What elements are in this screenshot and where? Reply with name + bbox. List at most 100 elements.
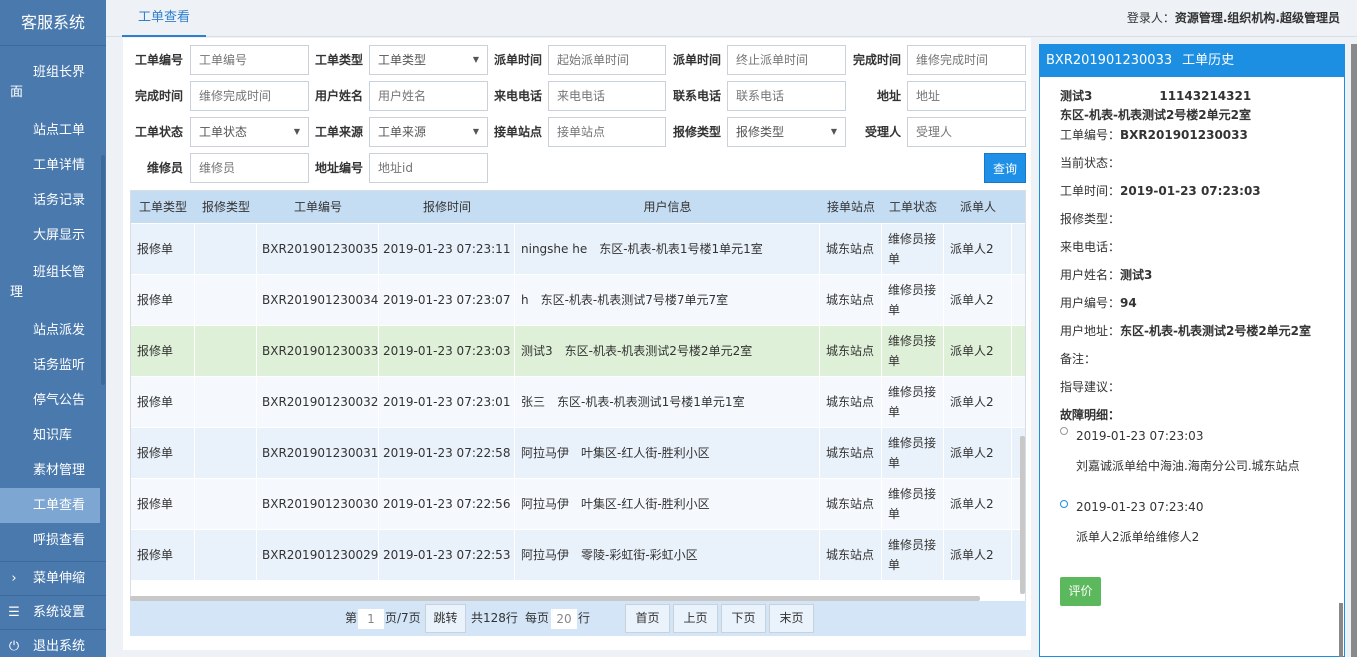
cell-order-no: BXR201901230033 — [257, 326, 379, 377]
cell-dispatcher: 派单人2 — [944, 326, 1012, 377]
sidebar-item-call-monitor[interactable]: 话务监听 — [0, 348, 100, 383]
address-input[interactable] — [907, 81, 1026, 111]
top-bar: 工单查看 登录人：资源管理.组织机构.超级管理员 — [106, 0, 1357, 37]
cell-repair-type — [195, 377, 257, 428]
sidebar-item-station-dispatch[interactable]: 站点派发 — [0, 313, 100, 348]
col-station[interactable]: 接单站点 — [820, 191, 882, 223]
cell-repair-time: 2019-01-23 07:22:53 — [379, 530, 515, 581]
col-order-no[interactable]: 工单编号 — [257, 191, 379, 223]
jump-button[interactable]: 跳转 — [425, 604, 466, 633]
order-status-select[interactable]: 工单状态 ▼ — [190, 117, 309, 147]
last-page-button[interactable]: 末页 — [769, 604, 814, 633]
table-row[interactable]: 报修单 BXR201901230031 2019-01-23 07:22:58 阿拉马… — [131, 427, 1025, 479]
first-page-button[interactable]: 首页 — [625, 604, 670, 633]
menu-toggle-button[interactable]: › 菜单伸缩 — [0, 561, 106, 595]
sidebar-item-order-details[interactable]: 工单详情 — [0, 148, 100, 183]
order-no-input[interactable] — [190, 45, 309, 75]
main-panel: 工单编号 工单类型 工单类型▼ 派单时间 派单时间 完成时间 完成时间 用户姓名… — [123, 38, 1031, 650]
sidebar-scrollbar[interactable] — [101, 155, 105, 385]
dispatch-end-label: 派单时间 — [672, 53, 721, 67]
order-status-label: 工单状态 — [134, 125, 183, 139]
order-source-select[interactable]: 工单来源 ▼ — [369, 117, 488, 147]
finish-time-input-2[interactable] — [190, 81, 309, 111]
table-vertical-scrollbar[interactable] — [1020, 436, 1025, 594]
timeline-event-time: 2019-01-23 07:23:40 — [1076, 500, 1204, 514]
sidebar-item-team-leader-view[interactable]: 班组长界面 — [0, 53, 100, 113]
incoming-phone-input[interactable] — [548, 81, 666, 111]
finish-time-input-1[interactable] — [907, 45, 1026, 75]
cell-order-type: 报修单 — [131, 224, 195, 275]
caret-down-icon: ▼ — [472, 55, 479, 64]
sidebar-item-order-view[interactable]: 工单查看 — [0, 488, 100, 523]
col-user-info[interactable]: 用户信息 — [515, 191, 820, 223]
table-row[interactable]: 报修单 BXR201901230033 2019-01-23 07:23:03 测试3… — [131, 325, 1025, 377]
dispatch-start-label: 派单时间 — [493, 53, 542, 67]
repairman-input[interactable] — [190, 153, 309, 183]
contact-phone-input[interactable] — [727, 81, 846, 111]
col-order-type[interactable]: 工单类型 — [131, 191, 195, 223]
logout-button[interactable]: ⏻ 退出系统 — [0, 629, 106, 657]
page-prefix: 第 — [345, 611, 358, 625]
address-id-input[interactable] — [369, 153, 488, 183]
cell-status: 维修员接单 — [882, 428, 944, 479]
table-row[interactable]: 报修单 BXR201901230034 2019-01-23 07:23:07 h 东… — [131, 274, 1025, 326]
cell-order-type: 报修单 — [131, 479, 195, 530]
page-number-input[interactable]: 1 — [358, 609, 384, 629]
pager: 第 1 页/7页 跳转 共128行 每页 20 行 首页 上页 下页 末页 — [130, 601, 1026, 636]
dispatch-end-input[interactable] — [727, 45, 846, 75]
user-name-label: 用户姓名 — [314, 89, 363, 103]
login-user: 资源管理.组织机构.超级管理员 — [1174, 11, 1340, 25]
system-settings-button[interactable]: ☰ 系统设置 — [0, 595, 106, 629]
history-scrollbar[interactable] — [1339, 603, 1343, 657]
sidebar-item-material-manage[interactable]: 素材管理 — [0, 453, 100, 488]
user-name-input[interactable] — [369, 81, 488, 111]
tab-order-view[interactable]: 工单查看 — [122, 0, 207, 37]
cell-repair-time: 2019-01-23 07:22:56 — [379, 479, 515, 530]
total-rows: 共128行 — [471, 611, 518, 625]
col-repair-type[interactable]: 报修类型 — [195, 191, 257, 223]
sidebar-item-gas-notice[interactable]: 停气公告 — [0, 383, 100, 418]
cell-repair-type — [195, 326, 257, 377]
table-row[interactable]: 报修单 BXR201901230035 2019-01-23 07:23:11 nin… — [131, 223, 1025, 275]
cell-station: 城东站点 — [820, 275, 882, 326]
repair-type-select[interactable]: 报修类型 ▼ — [727, 117, 846, 147]
table-row[interactable]: 报修单 BXR201901230030 2019-01-23 07:22:56 阿拉马… — [131, 478, 1025, 530]
cell-order-no: BXR201901230035 — [257, 224, 379, 275]
query-button[interactable]: 查询 — [984, 153, 1026, 183]
per-page-input[interactable]: 20 — [551, 609, 577, 629]
table-row[interactable]: 报修单 BXR201901230029 2019-01-23 07:22:53 阿拉马… — [131, 529, 1025, 581]
receiving-station-input[interactable] — [548, 117, 666, 147]
table-row[interactable]: 报修单 BXR201901230032 2019-01-23 07:23:01 张三 … — [131, 376, 1025, 428]
sidebar-item-call-loss-view[interactable]: 呼损查看 — [0, 523, 100, 558]
evaluate-button[interactable]: 评价 — [1060, 577, 1101, 606]
sidebar-item-knowledge-base[interactable]: 知识库 — [0, 418, 100, 453]
col-repair-time[interactable]: 报修时间 — [379, 191, 515, 223]
page-scrollbar[interactable] — [1351, 44, 1357, 657]
cell-repair-type — [195, 428, 257, 479]
prev-page-button[interactable]: 上页 — [673, 604, 718, 633]
history-header: BXR201901230033 工单历史 — [1040, 45, 1344, 77]
address-id-label: 地址编号 — [314, 161, 363, 175]
sidebar-item-station-orders[interactable]: 站点工单 — [0, 113, 100, 148]
sidebar-item-team-leader-manage[interactable]: 班组长管理 — [0, 253, 100, 313]
cell-status: 维修员接单 — [882, 377, 944, 428]
history-advice-row: 指导建议： — [1060, 380, 1121, 394]
next-page-button[interactable]: 下页 — [721, 604, 766, 633]
history-address: 东区-机表-机表测试2号楼2单元2室 — [1060, 108, 1252, 122]
address-label: 地址 — [876, 89, 901, 103]
order-type-select[interactable]: 工单类型 ▼ — [369, 45, 488, 75]
dispatch-start-input[interactable] — [548, 45, 666, 75]
sidebar-item-big-screen[interactable]: 大屏显示 — [0, 218, 100, 253]
table-header: 工单类型 报修类型 工单编号 报修时间 用户信息 接单站点 工单状态 派单人 — [131, 191, 1025, 223]
col-status[interactable]: 工单状态 — [882, 191, 944, 223]
cell-station: 城东站点 — [820, 530, 882, 581]
cell-station: 城东站点 — [820, 377, 882, 428]
cell-dispatcher: 派单人2 — [944, 377, 1012, 428]
cell-user-info: 阿拉马伊 叶集区-红人街-胜利小区 — [515, 479, 820, 530]
acceptor-input[interactable] — [907, 117, 1026, 147]
per-page-prefix: 每页 — [525, 611, 550, 625]
cell-order-type: 报修单 — [131, 275, 195, 326]
sidebar-item-call-records[interactable]: 话务记录 — [0, 183, 100, 218]
col-dispatcher[interactable]: 派单人 — [944, 191, 1012, 223]
cell-dispatcher: 派单人2 — [944, 428, 1012, 479]
